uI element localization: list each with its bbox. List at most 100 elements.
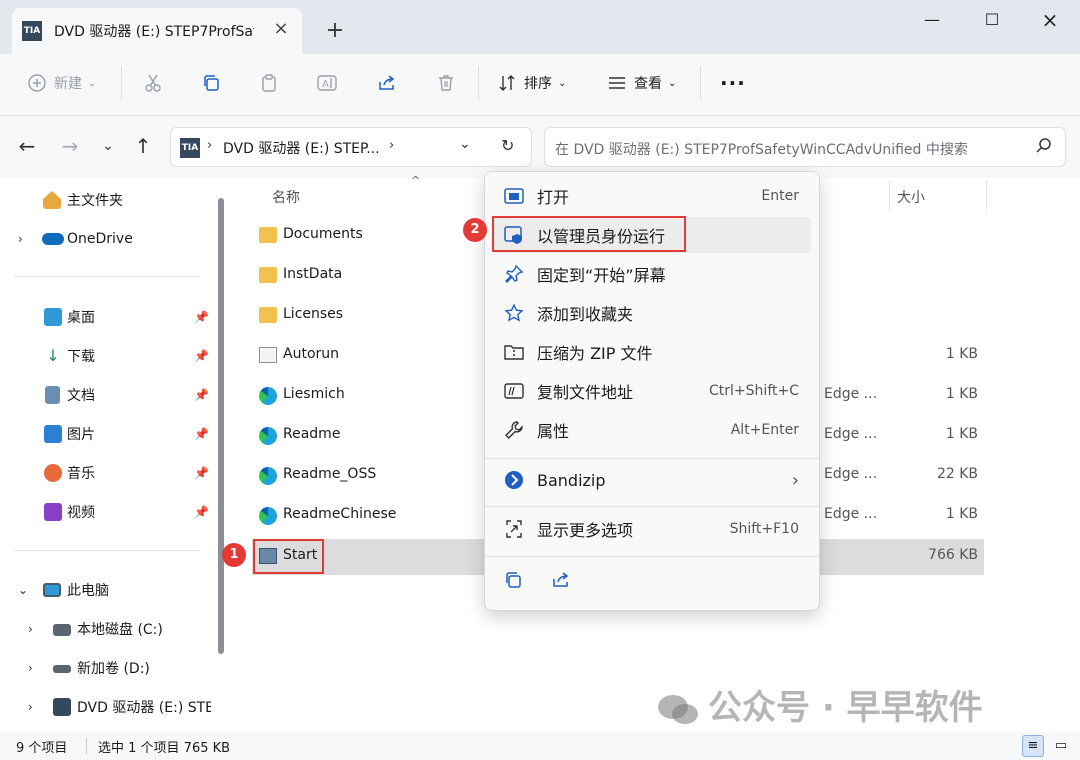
recent-chevron-icon[interactable]: ⌄ (96, 134, 120, 158)
pin-icon[interactable]: 📌 (194, 505, 209, 519)
sidebar-item-label: 主文件夹 (67, 193, 123, 209)
breadcrumb[interactable]: DVD 驱动器 (E:) STEP... (223, 138, 380, 158)
sidebar-item-onedrive[interactable]: › OneDrive (0, 223, 214, 255)
delete-button[interactable] (435, 68, 457, 98)
menu-item-bandizip[interactable]: Bandizip › (493, 462, 811, 498)
file-name: Readme (283, 426, 341, 442)
sidebar-item-music[interactable]: 音乐 📌 (0, 457, 214, 489)
search-input[interactable]: 在 DVD 驱动器 (E:) STEP7ProfSafetyWinCCAdvUn… (544, 127, 1066, 167)
active-tab[interactable]: TIA DVD 驱动器 (E:) STEP7ProfSafe × (12, 8, 302, 54)
menu-item-add-favorites[interactable]: 添加到收藏夹 (493, 295, 811, 331)
sidebar-item-this-pc[interactable]: ⌄ 此电脑 (0, 574, 214, 606)
menu-item-label: 属性 (537, 422, 570, 441)
file-type: Edge ... (824, 386, 878, 402)
pin-icon[interactable]: 📌 (194, 388, 209, 402)
chevron-right-icon[interactable]: › (18, 232, 23, 246)
back-arrow-icon[interactable]: ← (15, 134, 39, 158)
copy-button[interactable] (200, 68, 222, 98)
sidebar-item-label: 桌面 (67, 310, 95, 326)
sidebar-item-drive-d[interactable]: › 新加卷 (D:) (0, 652, 214, 684)
more-options-icon (503, 518, 525, 540)
minimize-button[interactable]: — (910, 6, 954, 34)
sidebar-item-drive-e[interactable]: › DVD 驱动器 (E:) STE (0, 691, 214, 723)
share-icon (376, 72, 398, 94)
sidebar-item-home[interactable]: 主文件夹 (0, 184, 214, 216)
column-header-name[interactable]: 名称 (272, 187, 300, 207)
submenu-chevron-icon: › (791, 469, 799, 491)
up-arrow-icon[interactable]: ↑ (131, 134, 155, 158)
pin-icon[interactable]: 📌 (194, 310, 209, 324)
sidebar-item-desktop[interactable]: 桌面 📌 (0, 301, 214, 333)
status-bar: 9 个项目 选中 1 个项目 765 KB ≡ ▭ (0, 732, 1080, 760)
menu-item-copy-path[interactable]: 复制文件地址 Ctrl+Shift+C (493, 373, 811, 409)
rename-icon: A (316, 72, 338, 94)
chevron-right-icon[interactable]: › (28, 661, 33, 675)
new-tab-button[interactable]: + (322, 18, 348, 44)
menu-item-open[interactable]: 打开 Enter (493, 178, 811, 214)
refresh-icon[interactable]: ↻ (501, 136, 514, 155)
computer-icon (43, 583, 61, 597)
wechat-icon (658, 694, 698, 724)
watermark: 公众号 · 早早软件 (656, 680, 983, 729)
view-button[interactable]: 查看 ⌄ (606, 68, 676, 98)
shortcut-label: Ctrl+Shift+C (709, 383, 799, 399)
sidebar-item-drive-c[interactable]: › 本地磁盘 (C:) (0, 613, 214, 645)
pin-icon[interactable]: 📌 (194, 349, 209, 363)
sort-button[interactable]: 排序 ⌄ (496, 68, 566, 98)
star-icon (503, 302, 525, 324)
tia-icon: TIA (180, 138, 200, 158)
sidebar-item-label: 图片 (67, 427, 95, 443)
chevron-right-icon[interactable]: › (28, 700, 33, 714)
documents-icon (45, 386, 60, 404)
sidebar-item-downloads[interactable]: ↓ 下载 📌 (0, 340, 214, 372)
sidebar-item-pictures[interactable]: 图片 📌 (0, 418, 214, 450)
forward-arrow-icon[interactable]: → (58, 134, 82, 158)
new-button[interactable]: 新建 ⌄ (26, 68, 96, 98)
drive-icon (53, 665, 71, 673)
command-bar: 新建 ⌄ A 排序 ⌄ 查看 ⌄ ··· (0, 54, 1080, 116)
share-button[interactable] (376, 68, 398, 98)
cut-icon (142, 72, 164, 94)
tiles-view-icon[interactable]: ▭ (1050, 735, 1072, 757)
menu-item-more-options[interactable]: 显示更多选项 Shift+F10 (493, 511, 811, 547)
cloud-icon (42, 233, 64, 245)
share-icon[interactable] (551, 570, 571, 594)
chevron-down-icon[interactable]: ⌄ (18, 583, 28, 597)
menu-item-label: 添加到收藏夹 (537, 305, 634, 324)
menu-item-pin-start[interactable]: 固定到“开始”屏幕 (493, 256, 811, 292)
divider (14, 550, 200, 551)
chevron-right-icon[interactable]: › (28, 622, 33, 636)
menu-item-label: 复制文件地址 (537, 383, 634, 402)
paste-button[interactable] (258, 68, 280, 98)
address-bar[interactable]: TIA › DVD 驱动器 (E:) STEP... › ⌄ ↻ (170, 127, 532, 167)
search-icon (1035, 137, 1053, 159)
menu-item-properties[interactable]: 属性 Alt+Enter (493, 412, 811, 448)
rename-button[interactable]: A (316, 68, 338, 98)
maximize-button[interactable]: ☐ (970, 6, 1014, 34)
shortcut-label: Shift+F10 (729, 521, 799, 537)
cut-button[interactable] (142, 68, 164, 98)
column-header-size[interactable]: 大小 (897, 187, 925, 207)
view-label: 查看 (634, 76, 662, 92)
menu-item-label: 显示更多选项 (537, 521, 634, 540)
copy-icon[interactable] (503, 570, 523, 594)
breadcrumb-chevron-icon: › (207, 138, 213, 153)
sidebar-item-documents[interactable]: 文档 📌 (0, 379, 214, 411)
sidebar-item-label: 下载 (67, 349, 95, 365)
details-view-icon[interactable]: ≡ (1022, 735, 1044, 757)
file-size: 22 KB (936, 466, 978, 482)
sidebar-item-label: DVD 驱动器 (E:) STE (77, 700, 211, 716)
menu-item-compress-zip[interactable]: 压缩为 ZIP 文件 (493, 334, 811, 370)
sidebar-item-videos[interactable]: 视频 📌 (0, 496, 214, 528)
sidebar-scrollbar[interactable] (218, 198, 224, 654)
step-badge-2: 2 (463, 218, 487, 242)
more-button[interactable]: ··· (720, 68, 746, 98)
pin-icon[interactable]: 📌 (194, 427, 209, 441)
pin-icon[interactable]: 📌 (194, 466, 209, 480)
copy-path-icon (503, 380, 525, 402)
close-button[interactable]: × (1028, 6, 1072, 34)
delete-icon (435, 72, 457, 94)
column-divider (889, 180, 890, 210)
history-dropdown-icon[interactable]: ⌄ (459, 136, 471, 152)
tab-close-icon[interactable]: × (270, 18, 292, 40)
